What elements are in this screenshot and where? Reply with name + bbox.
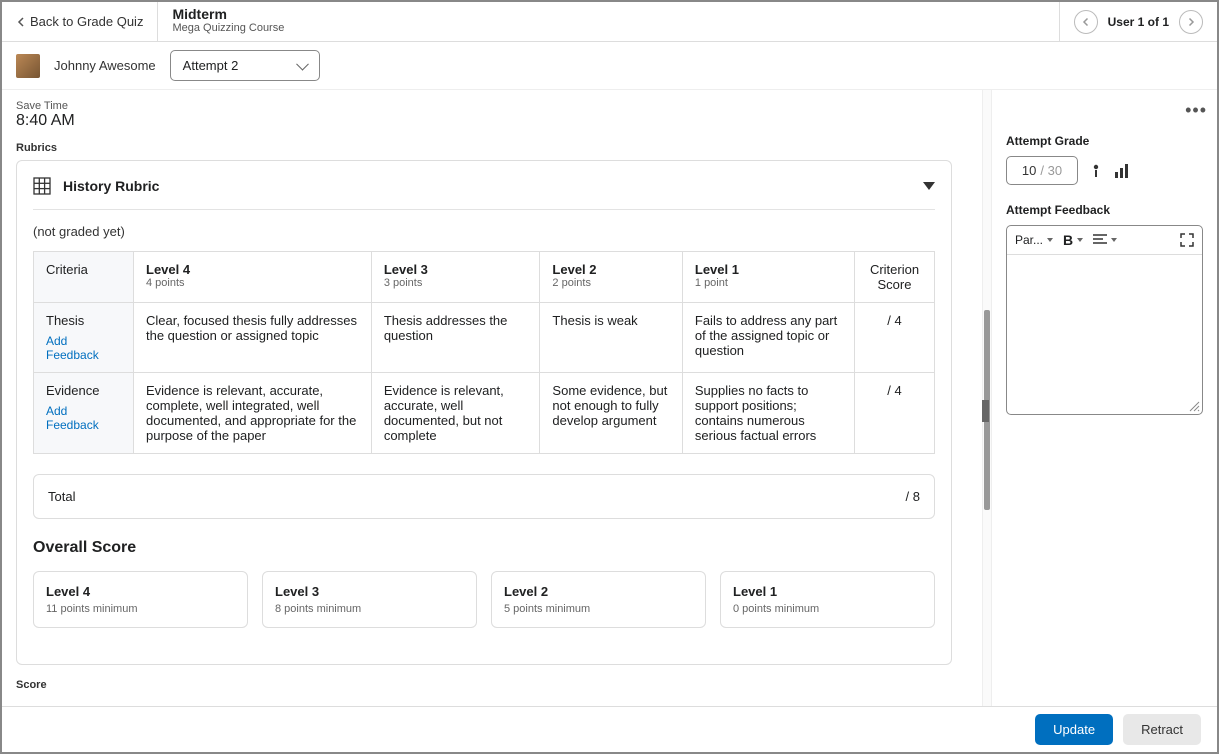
rubric-table: Criteria Level 44 points Level 33 points… (33, 251, 935, 454)
rubric-cell[interactable]: Evidence is relevant, accurate, complete… (134, 373, 372, 454)
next-user-button[interactable] (1179, 10, 1203, 34)
retract-button[interactable]: Retract (1123, 714, 1201, 745)
overall-level-card[interactable]: Level 10 points minimum (720, 571, 935, 628)
rubric-cell[interactable]: Clear, focused thesis fully addresses th… (134, 303, 372, 373)
avatar (16, 54, 40, 78)
add-feedback-link[interactable]: Add Feedback (46, 404, 121, 432)
rubric-cell[interactable]: Supplies no facts to support positions; … (682, 373, 854, 454)
grade-value: 10 (1022, 163, 1036, 178)
total-score: / 8 (906, 489, 920, 504)
pane-splitter[interactable] (982, 90, 992, 719)
rubric-status: (not graded yet) (33, 224, 935, 239)
stats-icon[interactable] (1114, 163, 1130, 179)
add-feedback-link[interactable]: Add Feedback (46, 334, 121, 362)
table-row: Evidence Add Feedback Evidence is releva… (34, 373, 935, 454)
rubric-total: Total / 8 (33, 474, 935, 519)
editor-textarea[interactable] (1007, 255, 1202, 414)
attempt-grade-label: Attempt Grade (1006, 134, 1203, 148)
criterion-name: Evidence (46, 383, 121, 398)
total-label: Total (48, 489, 75, 504)
header-level2: Level 22 points (540, 252, 682, 303)
grade-input[interactable]: 10 / 30 (1006, 156, 1078, 185)
page-title-block: Midterm Mega Quizzing Course (158, 2, 1058, 41)
update-button[interactable]: Update (1035, 714, 1113, 745)
grade-max: / 30 (1040, 163, 1062, 178)
rubric-panel: History Rubric (not graded yet) Criteria… (16, 160, 952, 665)
criterion-score: / 4 (855, 303, 935, 373)
student-name: Johnny Awesome (54, 58, 156, 73)
header-level1: Level 11 point (682, 252, 854, 303)
criterion-score: / 4 (855, 373, 935, 454)
attempt-select-value: Attempt 2 (183, 58, 239, 73)
overall-level-card[interactable]: Level 25 points minimum (491, 571, 706, 628)
user-count: User 1 of 1 (1108, 15, 1169, 29)
overall-score-title: Overall Score (33, 539, 935, 557)
header-score: Criterion Score (855, 252, 935, 303)
user-navigation: User 1 of 1 (1059, 2, 1217, 41)
overall-level-card[interactable]: Level 411 points minimum (33, 571, 248, 628)
back-label: Back to Grade Quiz (30, 14, 143, 29)
grading-sidebar: ••• Attempt Grade 10 / 30 Attempt Feedba… (992, 90, 1217, 719)
paragraph-style-select[interactable]: Par... (1015, 233, 1053, 247)
back-to-grade-quiz[interactable]: Back to Grade Quiz (2, 2, 158, 41)
rubrics-label: Rubrics (16, 142, 952, 154)
rubric-cell[interactable]: Thesis addresses the question (371, 303, 540, 373)
chevron-right-icon (1186, 17, 1196, 27)
align-icon (1093, 234, 1107, 246)
rubric-cell[interactable]: Some evidence, but not enough to fully d… (540, 373, 682, 454)
score-label: Score (16, 679, 952, 691)
rubric-cell[interactable]: Fails to address any part of the assigne… (682, 303, 854, 373)
rubric-title: History Rubric (63, 178, 159, 194)
header-level4: Level 44 points (134, 252, 372, 303)
bold-button[interactable]: B (1063, 232, 1083, 248)
more-actions-button[interactable]: ••• (1185, 100, 1207, 121)
resize-handle-icon[interactable] (1188, 400, 1200, 412)
align-button[interactable] (1093, 234, 1117, 246)
rubric-icon (33, 177, 51, 195)
feedback-editor[interactable]: Par... B (1006, 225, 1203, 415)
rubric-collapse-toggle[interactable] (923, 182, 935, 190)
header-level3: Level 33 points (371, 252, 540, 303)
criterion-name: Thesis (46, 313, 121, 328)
rubric-cell[interactable]: Thesis is weak (540, 303, 682, 373)
splitter-handle[interactable] (982, 400, 989, 422)
feedback-label: Attempt Feedback (1006, 203, 1203, 217)
save-time-value: 8:40 AM (16, 112, 952, 130)
grade-info-icon[interactable] (1088, 163, 1104, 179)
chevron-left-icon (1081, 17, 1091, 27)
attempt-select[interactable]: Attempt 2 (170, 50, 320, 81)
save-time-label: Save Time (16, 100, 952, 112)
fullscreen-button[interactable] (1180, 233, 1194, 247)
chevron-left-icon (16, 17, 26, 27)
footer: Update Retract (2, 706, 1217, 752)
editor-toolbar: Par... B (1007, 226, 1202, 255)
header-criteria: Criteria (34, 252, 134, 303)
prev-user-button[interactable] (1074, 10, 1098, 34)
rubric-cell[interactable]: Evidence is relevant, accurate, well doc… (371, 373, 540, 454)
table-row: Thesis Add Feedback Clear, focused thesi… (34, 303, 935, 373)
page-subtitle: Mega Quizzing Course (172, 22, 1044, 34)
main-content: Save Time 8:40 AM Rubrics History Rubric… (2, 90, 982, 719)
overall-level-card[interactable]: Level 38 points minimum (262, 571, 477, 628)
page-title: Midterm (172, 6, 1044, 22)
